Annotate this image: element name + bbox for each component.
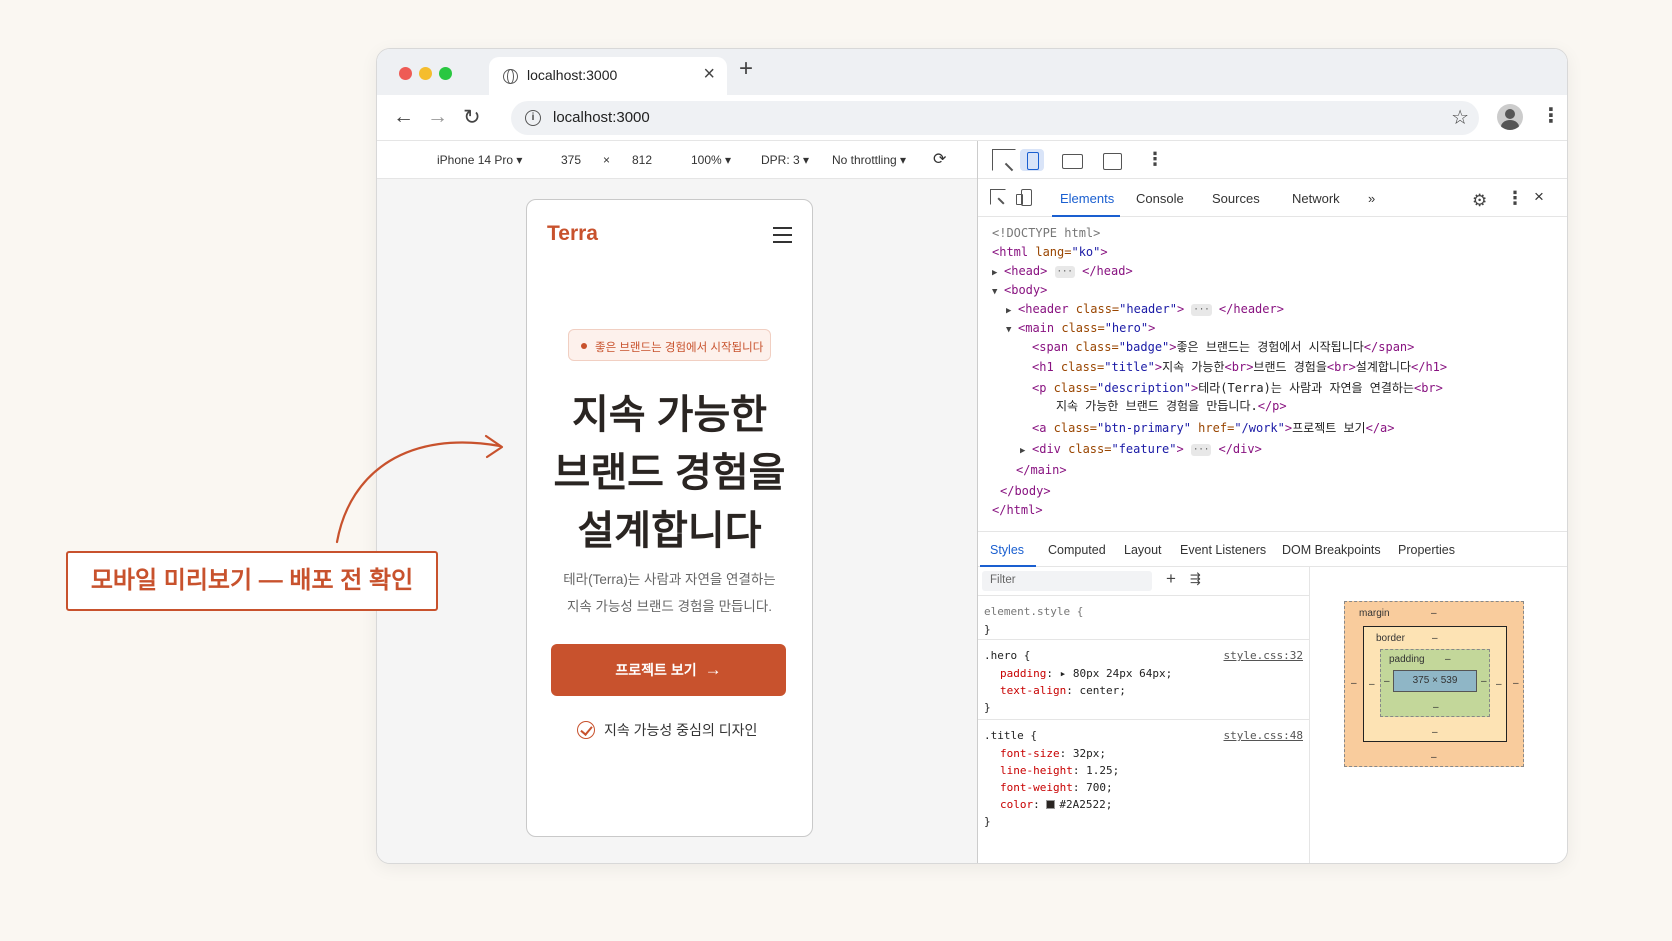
annotation-arrow (335, 434, 504, 544)
annotation-callout: 모바일 미리보기 — 배포 전 확인 (66, 551, 438, 611)
